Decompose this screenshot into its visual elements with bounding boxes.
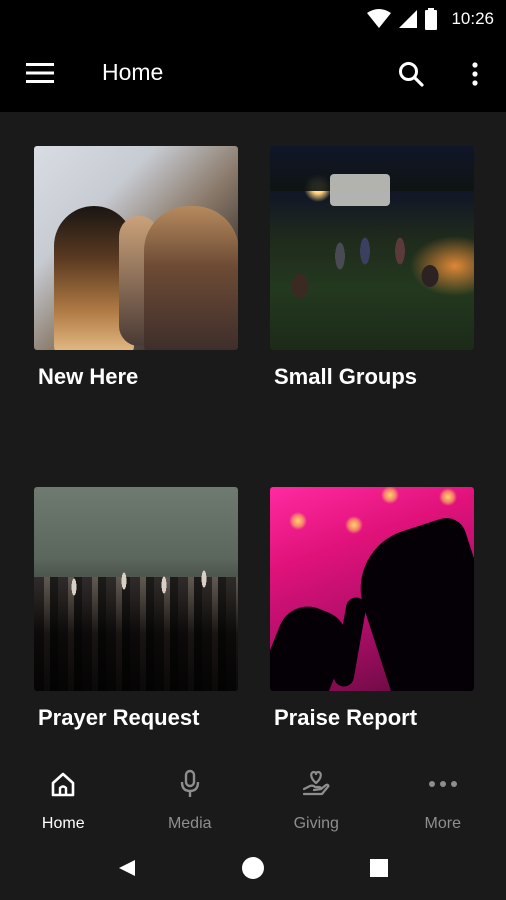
signal-icon — [399, 9, 418, 28]
home-icon — [50, 769, 76, 799]
hamburger-menu-icon — [26, 62, 54, 88]
wifi-icon — [367, 8, 392, 29]
nav-item-media[interactable]: Media — [127, 755, 254, 839]
tile-label: Praise Report — [274, 705, 418, 730]
nav-item-home[interactable]: Home — [0, 755, 127, 839]
microphone-icon — [179, 769, 201, 799]
search-button[interactable] — [394, 59, 428, 93]
nav-item-giving[interactable]: Giving — [253, 755, 380, 839]
overflow-menu-button[interactable] — [462, 59, 488, 93]
app-bar: Home — [0, 37, 506, 112]
tile-label: Prayer Request — [38, 705, 200, 730]
tile-small-groups[interactable]: Small Groups — [270, 146, 474, 389]
nav-label: Home — [41, 815, 85, 832]
recents-square-icon — [369, 858, 389, 883]
status-bar: 10:26 — [0, 0, 506, 37]
back-icon — [117, 858, 137, 883]
bottom-navigation: Home Media Giving More — [0, 755, 506, 839]
more-vertical-icon — [472, 61, 478, 91]
new-here-image — [34, 146, 238, 350]
recents-button[interactable] — [364, 855, 394, 885]
status-time: 10:26 — [451, 8, 494, 28]
page-title: Home — [102, 59, 164, 85]
menu-button[interactable] — [22, 61, 58, 89]
system-home-button[interactable] — [238, 855, 268, 885]
tile-praise-report[interactable]: Praise Report — [270, 487, 474, 730]
nav-label: Giving — [293, 815, 339, 832]
tile-label: Small Groups — [274, 364, 418, 389]
home-circle-icon — [239, 854, 267, 887]
system-navigation-bar — [0, 839, 506, 900]
tile-new-here[interactable]: New Here — [34, 146, 238, 389]
tile-label: New Here — [38, 364, 139, 389]
small-groups-image — [270, 146, 474, 350]
nav-label: Media — [167, 815, 212, 832]
search-icon — [398, 61, 424, 92]
nav-item-more[interactable]: More — [380, 755, 506, 839]
prayer-request-image — [34, 487, 238, 691]
praise-report-image — [270, 487, 474, 691]
tile-prayer-request[interactable]: Prayer Request — [34, 487, 238, 730]
back-button[interactable] — [112, 855, 142, 885]
giving-hand-heart-icon — [301, 769, 331, 799]
more-horizontal-icon — [428, 769, 458, 799]
nav-label: More — [424, 815, 461, 832]
battery-icon — [425, 7, 438, 30]
